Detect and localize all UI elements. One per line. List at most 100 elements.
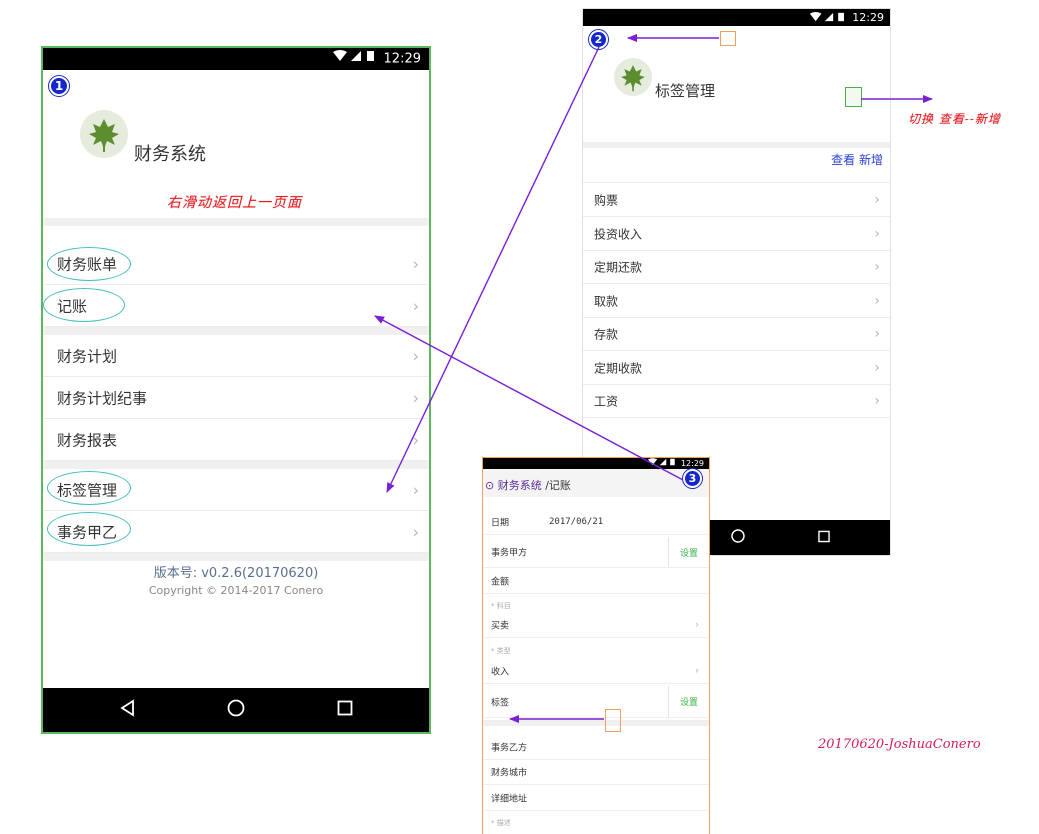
tag-label: 投资收入 <box>594 227 643 241</box>
highlight-oval <box>43 288 125 322</box>
add-link[interactable]: 新增 <box>859 153 883 167</box>
menu-item-finance-report[interactable]: 财务报表 › <box>43 419 429 461</box>
separator <box>43 327 429 335</box>
status-bar: 12:29 <box>43 48 429 70</box>
tag-item[interactable]: 取款 › <box>583 284 890 318</box>
type-select[interactable]: 收入 › <box>483 658 709 684</box>
highlight-box <box>720 31 736 46</box>
chevron-right-icon: › <box>412 388 419 407</box>
address-field[interactable]: 详细地址 <box>483 785 709 811</box>
chevron-right-icon: › <box>874 225 880 242</box>
tag-label: 存款 <box>594 327 619 342</box>
toggle-view-add-note: 切换 查看--新增 <box>908 112 1001 126</box>
date-value: 2017/06/21 <box>549 516 604 527</box>
highlight-box <box>605 709 621 732</box>
amount-field[interactable]: 金额 <box>483 568 709 594</box>
back-icon[interactable] <box>119 699 137 721</box>
tag-item[interactable]: 工资 › <box>583 385 890 418</box>
tag-set-button[interactable]: 设置 <box>668 686 709 717</box>
swipe-back-note: 右滑动返回上一页面 <box>167 195 302 211</box>
breadcrumb: ⊙ 财务系统 /记账 <box>485 477 571 493</box>
tag-item[interactable]: 购票 › <box>583 183 890 217</box>
chevron-right-icon: › <box>695 619 699 631</box>
party-b-field[interactable]: 事务乙方 <box>483 735 709 760</box>
chevron-right-icon: › <box>412 346 419 365</box>
field-label: 金额 <box>491 577 510 587</box>
tag-item[interactable]: 定期收款 › <box>583 351 890 385</box>
wifi-signal-battery-icon <box>333 48 379 70</box>
type-hint: * 类型 <box>491 647 511 655</box>
view-add-links: 查看 新增 <box>831 151 883 168</box>
separator <box>583 142 890 148</box>
android-nav-bar <box>43 688 429 732</box>
home-icon[interactable] <box>730 528 746 548</box>
menu-item-label: 财务报表 <box>57 431 118 449</box>
tag-item[interactable]: 定期还款 › <box>583 251 890 284</box>
menu-item-label: 财务计划 <box>57 347 118 365</box>
wifi-signal-battery-icon <box>809 10 849 27</box>
step-badge-3: 3 <box>683 469 702 488</box>
field-label: 详细地址 <box>491 794 528 804</box>
separator <box>43 461 429 469</box>
author-signature: 20170620-JoshuaConero <box>818 737 981 752</box>
version-text: 版本号: v0.2.6(20170620) <box>153 566 319 581</box>
app-title: 财务系统 <box>134 144 206 165</box>
highlight-oval <box>47 512 131 546</box>
party-a-field[interactable]: 事务甲方 设置 <box>483 537 709 568</box>
field-label: 日期 <box>491 518 510 528</box>
highlight-oval <box>47 471 131 505</box>
breadcrumb-current: /记账 <box>545 479 571 492</box>
highlight-oval <box>47 247 131 281</box>
party-a-set-button[interactable]: 设置 <box>668 537 709 567</box>
field-label: 事务甲方 <box>491 548 528 559</box>
phone-screen-bookkeeping: 12:29 ⊙ 财务系统 /记账 日期 2017/06/21 事务甲方 设置 金… <box>482 457 710 834</box>
header-bar: ⊙ 财务系统 /记账 <box>483 469 709 497</box>
chevron-right-icon: › <box>874 326 880 342</box>
chevron-right-icon: › <box>874 359 880 376</box>
app-logo <box>614 58 652 96</box>
status-bar: 12:29 <box>483 458 709 469</box>
step-badge-2: 2 <box>589 30 608 49</box>
date-field[interactable]: 日期 2017/06/21 <box>483 509 709 535</box>
tag-label: 取款 <box>594 294 619 308</box>
description-hint: * 描述 <box>491 819 511 827</box>
status-time: 12:29 <box>680 459 704 468</box>
status-bar: 12:29 <box>583 9 890 26</box>
recents-icon[interactable] <box>336 699 354 721</box>
field-label: 标签 <box>491 698 510 708</box>
field-label: 事务乙方 <box>491 743 528 754</box>
leaf-icon <box>621 65 645 92</box>
chevron-right-icon: › <box>412 430 419 449</box>
menu-item-finance-plan[interactable]: 财务计划 › <box>43 335 429 377</box>
tag-label: 购票 <box>594 193 619 207</box>
tag-label: 定期还款 <box>594 260 643 275</box>
separator <box>43 553 429 561</box>
chevron-right-icon: › <box>412 254 419 273</box>
tag-field[interactable]: 标签 设置 <box>483 686 709 718</box>
tag-label: 定期收款 <box>594 361 643 375</box>
tag-item[interactable]: 存款 › <box>583 318 890 351</box>
back-circle-icon[interactable]: ⊙ <box>485 479 494 492</box>
menu-item-label: 财务计划纪事 <box>57 389 148 407</box>
type-value: 收入 <box>491 667 510 677</box>
city-field[interactable]: 财务城市 <box>483 760 709 785</box>
menu-item-finance-plan-notes[interactable]: 财务计划纪事 › <box>43 377 429 419</box>
subject-select[interactable]: 买卖 › <box>483 613 709 638</box>
subject-value: 买卖 <box>491 621 510 632</box>
page-title: 标签管理 <box>655 82 716 100</box>
field-label: 财务城市 <box>491 768 528 779</box>
tag-item[interactable]: 投资收入 › <box>583 217 890 251</box>
recents-icon[interactable] <box>817 528 831 547</box>
chevron-right-icon: › <box>874 191 880 208</box>
home-icon[interactable] <box>226 698 246 722</box>
separator <box>43 218 429 226</box>
breadcrumb-link[interactable]: 财务系统 <box>498 479 542 492</box>
view-link[interactable]: 查看 <box>831 153 855 167</box>
chevron-right-icon: › <box>874 393 880 409</box>
subject-hint: * 科目 <box>491 602 511 610</box>
chevron-right-icon: › <box>412 522 419 541</box>
wifi-signal-battery-icon <box>648 458 678 469</box>
chevron-right-icon: › <box>412 480 419 499</box>
chevron-right-icon: › <box>695 665 699 676</box>
separator <box>483 720 709 726</box>
